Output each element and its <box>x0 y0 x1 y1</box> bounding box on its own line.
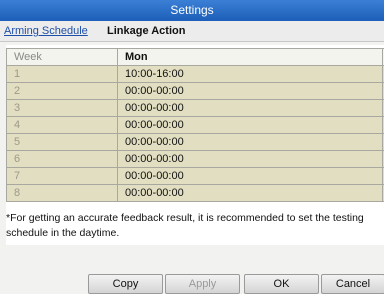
table-row[interactable]: 4 00:00-00:00 ✕ <box>7 117 384 134</box>
row-week: 4 <box>7 117 118 134</box>
row-time[interactable]: 00:00-00:00 <box>118 168 383 185</box>
row-time[interactable]: 00:00-00:00 <box>118 117 383 134</box>
feedback-note: *For getting an accurate feedback result… <box>6 211 384 241</box>
row-week: 7 <box>7 168 118 185</box>
table-row[interactable]: 8 00:00-00:00 ✕ <box>7 185 384 202</box>
apply-button[interactable]: Apply <box>165 274 240 294</box>
row-week: 1 <box>7 66 118 83</box>
table-row[interactable]: 2 00:00-00:00 ✕ <box>7 83 384 100</box>
row-week: 5 <box>7 134 118 151</box>
row-week: 8 <box>7 185 118 202</box>
table-row[interactable]: 6 00:00-00:00 ✕ <box>7 151 384 168</box>
window-title: Settings <box>0 0 384 21</box>
copy-button[interactable]: Copy <box>88 274 163 294</box>
row-time[interactable]: 00:00-00:00 <box>118 83 383 100</box>
ok-button[interactable]: OK <box>244 274 319 294</box>
row-week: 3 <box>7 100 118 117</box>
tab-linkage-action[interactable]: Linkage Action <box>107 25 185 37</box>
row-time[interactable]: 00:00-00:00 <box>118 134 383 151</box>
table-row[interactable]: 7 00:00-00:00 ✕ <box>7 168 384 185</box>
tab-divider <box>0 41 384 42</box>
header-day[interactable]: Mon <box>118 49 383 66</box>
table-row[interactable]: 1 10:00-16:00 ✕ <box>7 66 384 83</box>
table-row[interactable]: 5 00:00-00:00 ✕ <box>7 134 384 151</box>
table-header-row: Week Mon ✓ <box>7 49 384 66</box>
cancel-button[interactable]: Cancel <box>321 274 384 294</box>
schedule-table: Week Mon ✓ 1 10:00-16:00 ✕ 2 00:00-00:00… <box>6 48 384 202</box>
row-time[interactable]: 00:00-00:00 <box>118 100 383 117</box>
table-row[interactable]: 3 00:00-00:00 ✕ <box>7 100 384 117</box>
row-week: 2 <box>7 83 118 100</box>
row-time[interactable]: 00:00-00:00 <box>118 151 383 168</box>
tab-bar: Arming Schedule Linkage Action <box>0 21 384 41</box>
header-week: Week <box>7 49 118 66</box>
row-time[interactable]: 10:00-16:00 <box>118 66 383 83</box>
tab-arming-schedule[interactable]: Arming Schedule <box>4 25 88 37</box>
row-week: 6 <box>7 151 118 168</box>
row-time[interactable]: 00:00-00:00 <box>118 185 383 202</box>
